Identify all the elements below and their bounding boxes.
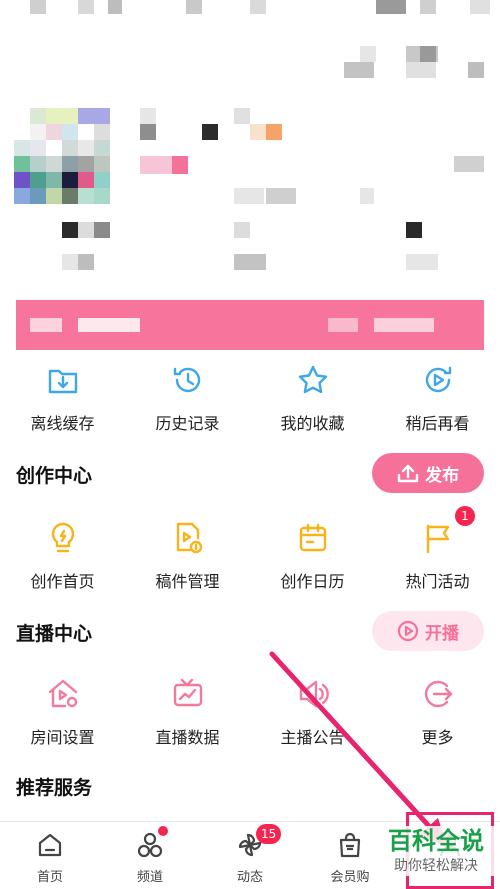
dynamic-badge: 15 <box>256 824 282 844</box>
creation-home-button[interactable]: 创作首页 <box>0 518 125 592</box>
star-icon <box>293 360 333 400</box>
history-button[interactable]: 历史记录 <box>125 360 250 434</box>
more-arrow-icon <box>418 674 458 714</box>
watermark-title: 百科全说 <box>388 827 484 855</box>
tab-home[interactable]: 首页 <box>0 822 100 889</box>
publish-label: 发布 <box>425 465 459 486</box>
hot-activity-badge: 1 <box>455 506 475 526</box>
shop-bag-icon <box>335 830 365 860</box>
creation-calendar-button[interactable]: 创作日历 <box>250 518 375 592</box>
tab-shop-label: 会员购 <box>330 870 370 885</box>
creation-home-label: 创作首页 <box>30 572 95 591</box>
announcement-icon <box>293 674 333 714</box>
recommended-services-title: 推荐服务 <box>16 777 93 799</box>
hot-activity-label: 热门活动 <box>405 572 470 591</box>
calendar-icon <box>293 518 333 558</box>
live-center-title: 直播中心 <box>16 623 93 645</box>
room-settings-icon <box>43 674 83 714</box>
watermark-subtitle: 助你轻松解决 <box>394 858 478 874</box>
tab-dynamic[interactable]: 15 动态 <box>200 822 300 889</box>
watch-later-label: 稍后再看 <box>405 414 470 433</box>
more-button[interactable]: 更多 <box>375 674 500 748</box>
download-folder-icon <box>43 360 83 400</box>
vip-banner[interactable] <box>16 300 484 350</box>
channel-dot <box>158 826 168 836</box>
live-data-label: 直播数据 <box>155 728 220 747</box>
favorites-button[interactable]: 我的收藏 <box>250 360 375 434</box>
creation-center-row: 创作首页 稿件管理 创作日历 1 热门活动 <box>0 506 500 592</box>
manuscript-icon <box>168 518 208 558</box>
manuscript-manage-button[interactable]: 稿件管理 <box>125 518 250 592</box>
start-live-label: 开播 <box>425 623 459 644</box>
history-label: 历史记录 <box>155 414 220 433</box>
announcement-label: 主播公告 <box>280 728 345 747</box>
home-icon <box>35 830 65 860</box>
start-live-button[interactable]: 开播 <box>372 611 484 651</box>
more-label: 更多 <box>421 728 454 747</box>
manuscript-manage-label: 稿件管理 <box>155 572 220 591</box>
watch-later-button[interactable]: 稍后再看 <box>375 360 500 434</box>
creation-calendar-label: 创作日历 <box>280 572 345 591</box>
room-settings-label: 房间设置 <box>30 728 95 747</box>
offline-cache-label: 离线缓存 <box>30 414 95 433</box>
tab-dynamic-label: 动态 <box>236 870 263 885</box>
tab-channel[interactable]: 频道 <box>100 822 200 889</box>
lightbulb-icon <box>43 518 83 558</box>
announcement-button[interactable]: 主播公告 <box>250 674 375 748</box>
live-center-row: 房间设置 直播数据 主播公告 更多 <box>0 674 500 748</box>
play-circle-icon <box>397 620 419 642</box>
tab-home-label: 首页 <box>36 870 63 885</box>
favorites-label: 我的收藏 <box>280 414 345 433</box>
tab-channel-label: 频道 <box>136 870 163 885</box>
flag-icon <box>418 518 458 558</box>
quick-actions-row: 离线缓存 历史记录 我的收藏 稍后再看 <box>0 360 500 434</box>
history-clock-icon <box>168 360 208 400</box>
publish-button[interactable]: 发布 <box>372 453 484 493</box>
room-settings-button[interactable]: 房间设置 <box>0 674 125 748</box>
hot-activity-button[interactable]: 1 热门活动 <box>375 506 500 592</box>
offline-cache-button[interactable]: 离线缓存 <box>0 360 125 434</box>
live-data-button[interactable]: 直播数据 <box>125 674 250 748</box>
creation-center-title: 创作中心 <box>16 465 93 487</box>
live-data-icon <box>168 674 208 714</box>
watermark: 百科全说 助你轻松解决 <box>376 826 496 876</box>
upload-icon <box>397 464 419 483</box>
watch-later-icon <box>418 360 458 400</box>
